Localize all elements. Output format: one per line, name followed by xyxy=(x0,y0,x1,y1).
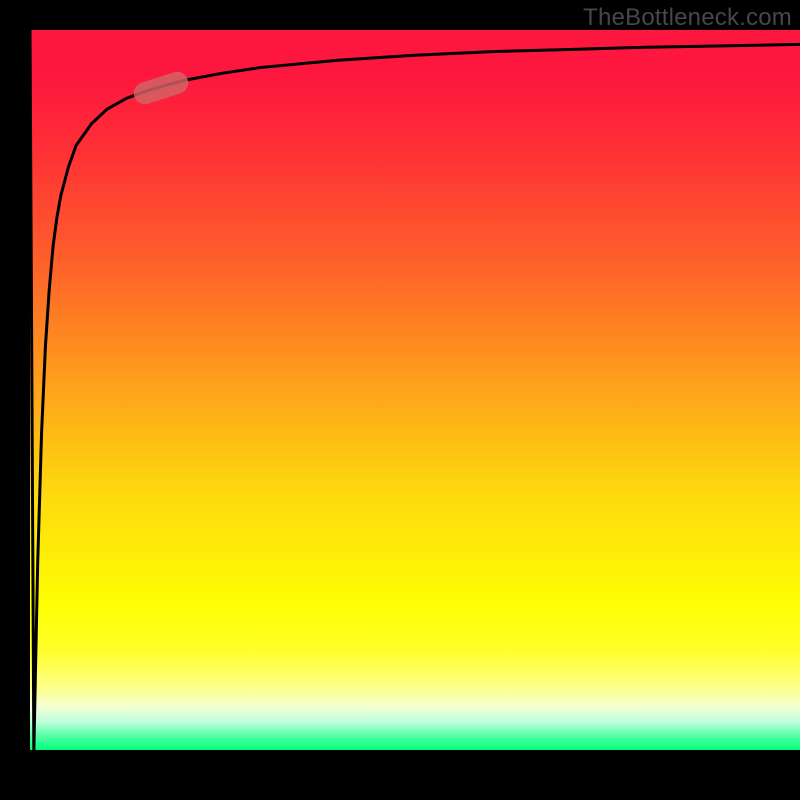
watermark-label: TheBottleneck.com xyxy=(583,4,792,32)
bottleneck-curve xyxy=(30,30,800,750)
chart-canvas: TheBottleneck.com xyxy=(0,0,800,800)
